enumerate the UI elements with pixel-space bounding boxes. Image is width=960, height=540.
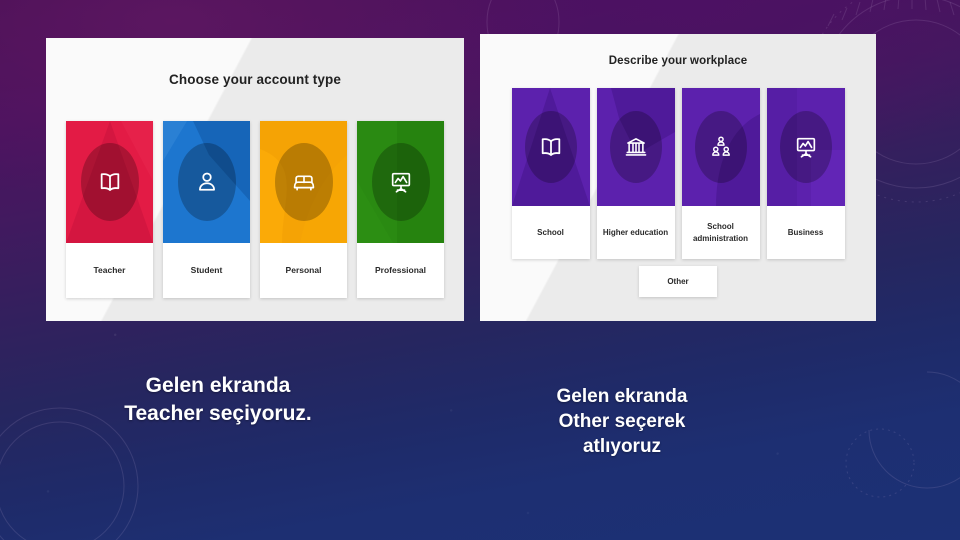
caption-right-line3: atlıyoruz bbox=[582, 436, 662, 458]
person-icon bbox=[194, 170, 219, 195]
card-artwork bbox=[66, 121, 153, 243]
caption-left-line2: Teacher seçiyoruz. bbox=[124, 401, 312, 425]
presentation-icon bbox=[793, 135, 818, 160]
workplace-card-label: School bbox=[537, 227, 564, 237]
workplace-card-school[interactable]: School bbox=[511, 88, 590, 259]
card-artwork bbox=[766, 88, 845, 206]
account-card-label: Personal bbox=[285, 265, 322, 276]
workplace-card-row: School Higher education School administr… bbox=[480, 88, 876, 259]
institution-icon bbox=[623, 135, 648, 160]
workplace-card-higher-education[interactable]: Higher education bbox=[596, 88, 675, 259]
workplace-card-label: School administration bbox=[692, 221, 749, 243]
account-type-panel: Choose your account type Teacher Student… bbox=[46, 38, 464, 321]
account-card-personal[interactable]: Personal bbox=[260, 121, 347, 298]
presentation-icon bbox=[388, 170, 413, 195]
workplace-card-school-administration[interactable]: School administration bbox=[681, 88, 760, 259]
account-card-student[interactable]: Student bbox=[163, 121, 250, 298]
workplace-heading: Describe your workplace bbox=[608, 55, 748, 67]
caption-left: Gelen ekranda Teacher seçiyoruz. bbox=[58, 372, 378, 427]
account-card-label: Teacher bbox=[93, 265, 126, 276]
account-card-professional[interactable]: Professional bbox=[357, 121, 444, 298]
caption-right-line2: Other seçerek bbox=[558, 411, 686, 433]
open-book-icon bbox=[97, 170, 122, 195]
account-type-card-row: Teacher Student Personal Professional bbox=[46, 121, 464, 298]
account-card-label: Professional bbox=[374, 265, 427, 276]
caption-right-line1: Gelen ekranda bbox=[556, 386, 688, 407]
workplace-panel: Describe your workplace School Higher ed… bbox=[480, 34, 876, 321]
card-artwork bbox=[260, 121, 347, 243]
caption-right: Gelen ekranda Other seçerek atlıyoruz bbox=[484, 384, 760, 459]
card-artwork bbox=[596, 88, 675, 206]
workplace-card-other[interactable]: Other bbox=[639, 266, 717, 297]
workplace-card-business[interactable]: Business bbox=[766, 88, 845, 259]
open-book-icon bbox=[538, 135, 563, 160]
card-artwork bbox=[163, 121, 250, 243]
card-artwork bbox=[357, 121, 444, 243]
caption-left-line1: Gelen ekranda bbox=[145, 374, 291, 397]
sofa-icon bbox=[291, 170, 316, 195]
workplace-card-label: Business bbox=[787, 227, 824, 237]
card-artwork bbox=[681, 88, 760, 206]
account-card-label: Student bbox=[190, 265, 223, 276]
workplace-card-label: Higher education bbox=[602, 227, 669, 237]
account-type-heading: Choose your account type bbox=[169, 72, 341, 87]
card-artwork bbox=[511, 88, 590, 206]
workplace-other-row: Other bbox=[480, 266, 876, 297]
account-card-teacher[interactable]: Teacher bbox=[66, 121, 153, 298]
org-people-icon bbox=[708, 135, 733, 160]
